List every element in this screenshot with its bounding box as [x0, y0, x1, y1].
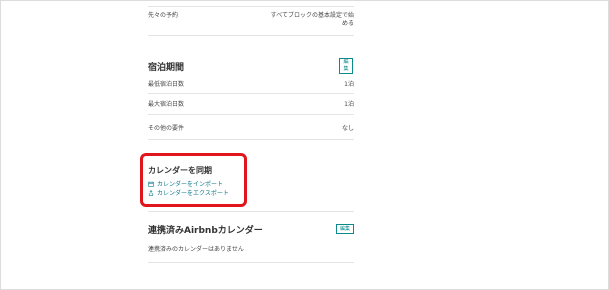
linked-empty-text: 連携済みのカレンダーはありません [148, 246, 244, 253]
stay-row-label: その他の要件 [148, 125, 185, 132]
booking-value-line1: すべてブロックの基本設定で始 [270, 12, 354, 19]
stay-row-value: 1泊 [344, 101, 354, 108]
stay-row-value: 1泊 [344, 81, 354, 88]
linked-section-title: 連携済みAirbnbカレンダー [148, 226, 263, 236]
sync-highlight-box [140, 153, 247, 207]
divider [148, 114, 354, 115]
booking-value: すべてブロックの基本設定で始 める [271, 12, 354, 28]
divider [148, 211, 354, 212]
divider [148, 262, 354, 263]
linked-edit-button[interactable]: 編集 [336, 224, 354, 234]
divider [148, 139, 354, 140]
stay-row-value: なし [341, 125, 354, 132]
stay-row-label: 最大宿泊日数 [148, 101, 185, 108]
stay-edit-button[interactable]: 編 集 [339, 58, 353, 74]
calendar-settings-panel: 先々の予約 すべてブロックの基本設定で始 める 宿泊期間 編 集 最低宿泊日数 … [140, 0, 356, 290]
booking-label: 先々の予約 [148, 12, 179, 19]
stay-row-label: 最低宿泊日数 [148, 81, 185, 88]
divider [148, 6, 354, 7]
divider [148, 93, 354, 94]
divider [148, 35, 354, 36]
booking-row: 先々の予約 すべてブロックの基本設定で始 める [148, 12, 356, 28]
stay-section-title: 宿泊期間 [148, 63, 185, 73]
booking-value-line2: める [341, 20, 354, 27]
